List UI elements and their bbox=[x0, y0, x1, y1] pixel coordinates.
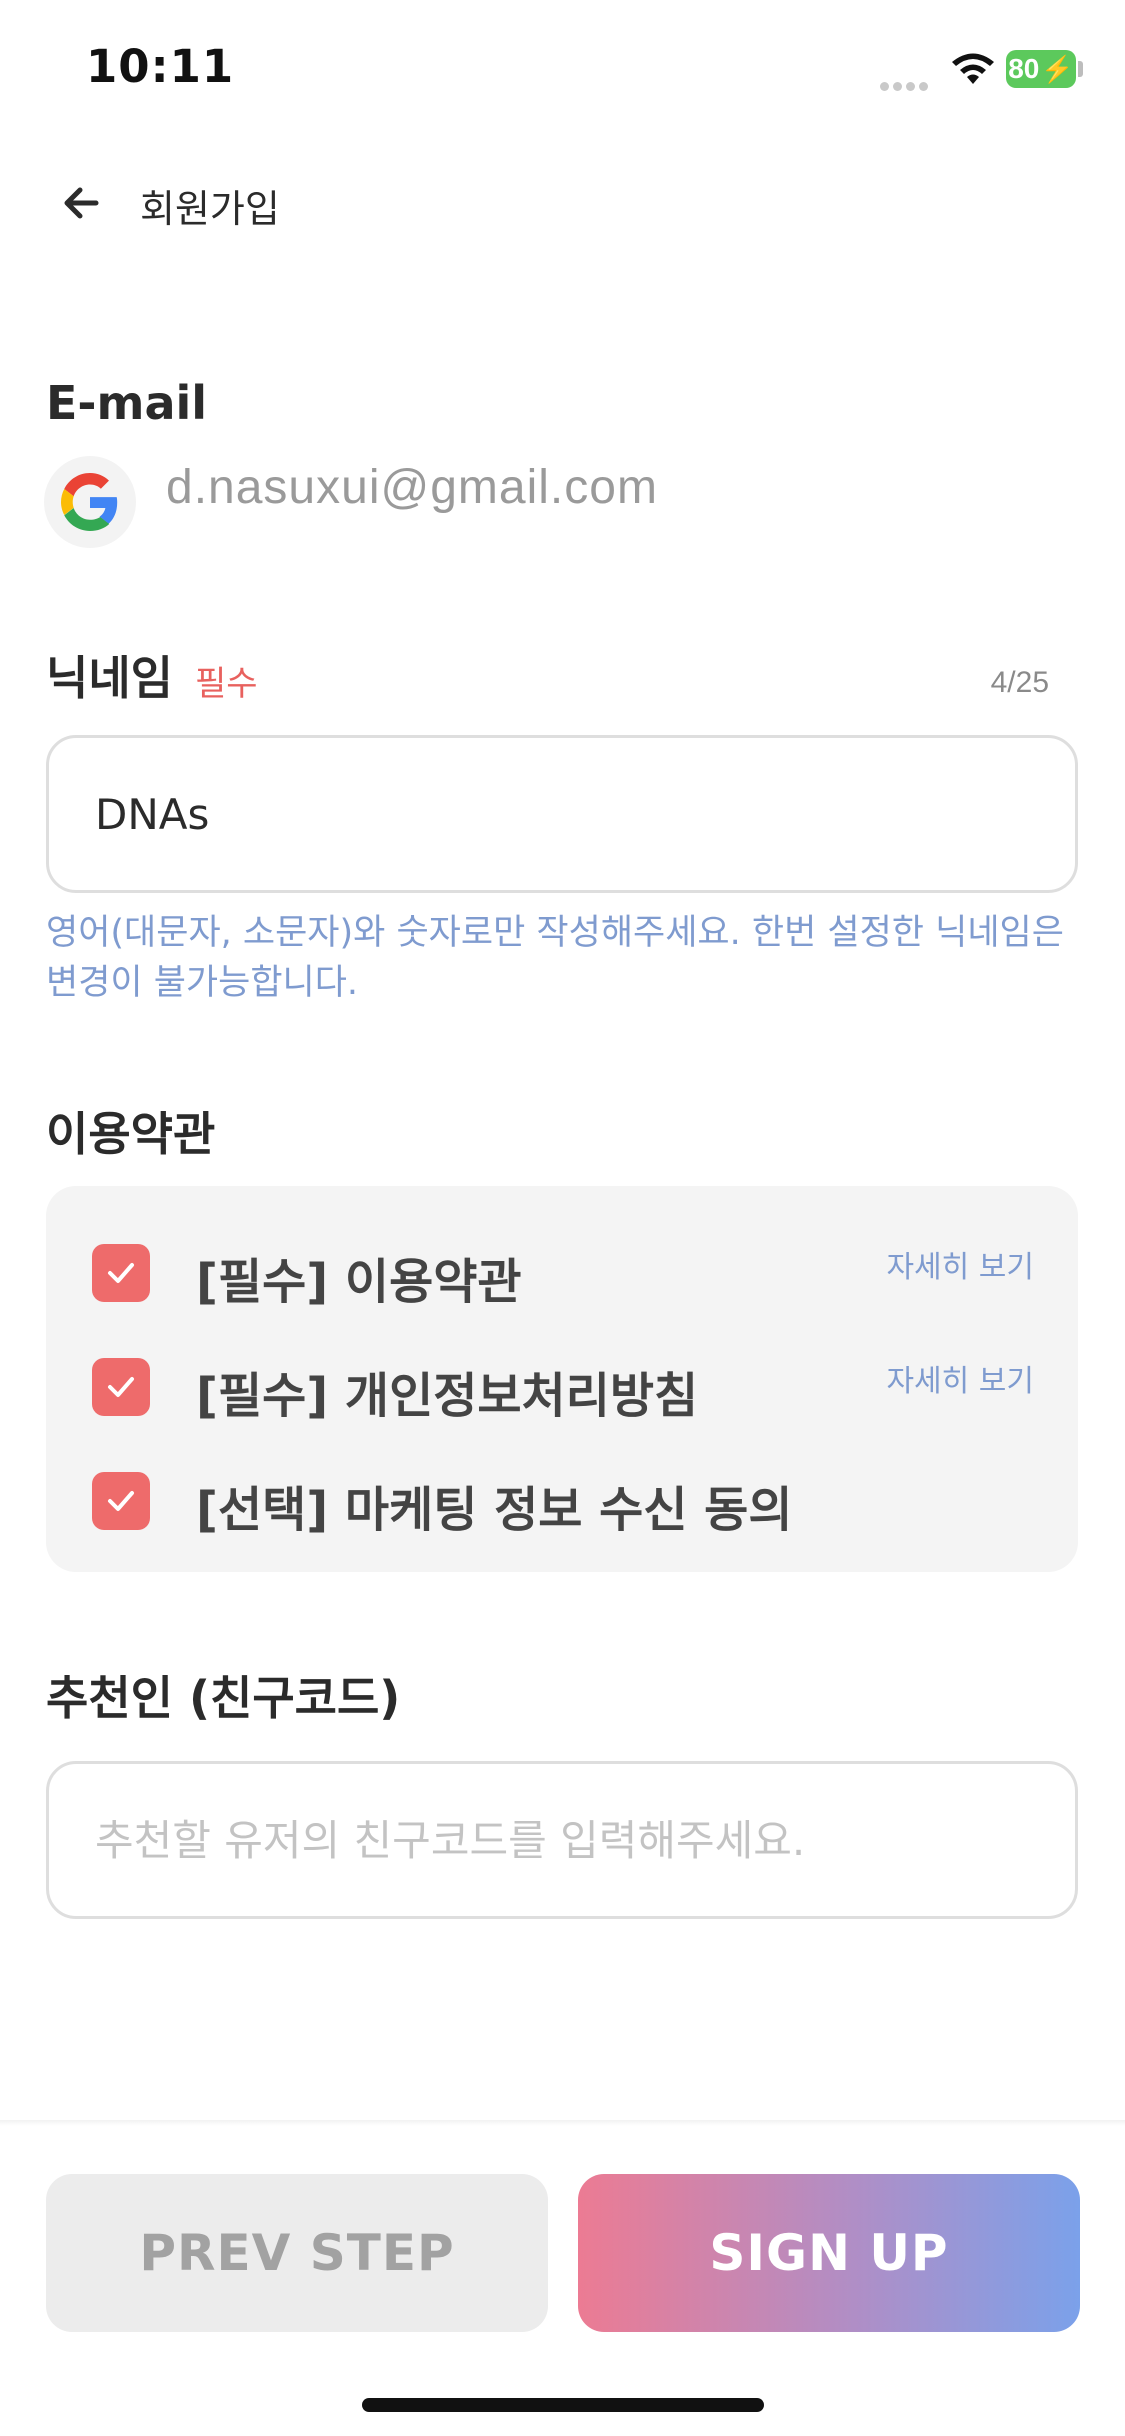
cellular-signal-icon bbox=[880, 76, 932, 91]
battery-level: 80 bbox=[1008, 53, 1040, 84]
home-indicator[interactable] bbox=[362, 2398, 764, 2412]
referral-label: 추천인 (친구코드) bbox=[46, 1671, 401, 1725]
google-icon bbox=[61, 473, 118, 531]
terms-section-label: 이용약관 bbox=[46, 1107, 216, 1161]
google-logo-badge bbox=[44, 456, 136, 548]
nickname-helper-text: 영어(대문자, 소문자)와 숫자로만 작성해주세요. 한번 설정한 닉네임은 변… bbox=[46, 913, 1064, 1003]
page-title: 회원가입 bbox=[140, 187, 280, 231]
term-row-marketing[interactable]: [선택] 마케팅 정보 수신 동의 bbox=[46, 1460, 1078, 1540]
email-value: d.nasuxui@gmail.com bbox=[166, 461, 658, 514]
nickname-char-counter: 4/25 bbox=[990, 666, 1049, 699]
checkbox-privacy-policy[interactable] bbox=[92, 1358, 150, 1416]
bottom-bar-divider bbox=[0, 2120, 1125, 2126]
check-icon bbox=[108, 1263, 134, 1283]
wifi-icon bbox=[952, 53, 994, 84]
checkbox-marketing-consent[interactable] bbox=[92, 1472, 150, 1530]
battery-tip bbox=[1078, 61, 1083, 77]
view-details-link-privacy[interactable]: 자세히 보기 bbox=[886, 1356, 1034, 1400]
sign-up-button[interactable]: SIGN UP bbox=[578, 2174, 1080, 2332]
checkbox-service-terms[interactable] bbox=[92, 1244, 150, 1302]
nickname-label: 닉네임 bbox=[46, 651, 173, 705]
referral-code-input[interactable] bbox=[46, 1761, 1078, 1919]
back-arrow-icon[interactable] bbox=[56, 178, 106, 228]
status-time: 10:11 bbox=[86, 40, 235, 93]
term-label-privacy: [필수] 개인정보처리방침 bbox=[196, 1368, 699, 1424]
email-label: E-mail bbox=[46, 376, 208, 430]
term-label-service: [필수] 이용약관 bbox=[196, 1254, 522, 1310]
term-row-privacy[interactable]: [필수] 개인정보처리방침 자세히 보기 bbox=[46, 1346, 1078, 1426]
terms-panel: [필수] 이용약관 자세히 보기 [필수] 개인정보처리방침 자세히 보기 [선… bbox=[46, 1186, 1078, 1572]
term-row-service[interactable]: [필수] 이용약관 자세히 보기 bbox=[46, 1232, 1078, 1312]
battery-icon: 80 ⚡ bbox=[1006, 50, 1076, 88]
status-bar: 10:11 80 ⚡ bbox=[0, 0, 1125, 140]
term-label-marketing: [선택] 마케팅 정보 수신 동의 bbox=[196, 1482, 793, 1538]
required-tag: 필수 bbox=[195, 664, 258, 704]
nickname-input[interactable] bbox=[46, 735, 1078, 893]
view-details-link-service[interactable]: 자세히 보기 bbox=[886, 1242, 1034, 1286]
check-icon bbox=[108, 1377, 134, 1397]
check-icon bbox=[108, 1491, 134, 1511]
prev-step-button[interactable]: PREV STEP bbox=[46, 2174, 548, 2332]
